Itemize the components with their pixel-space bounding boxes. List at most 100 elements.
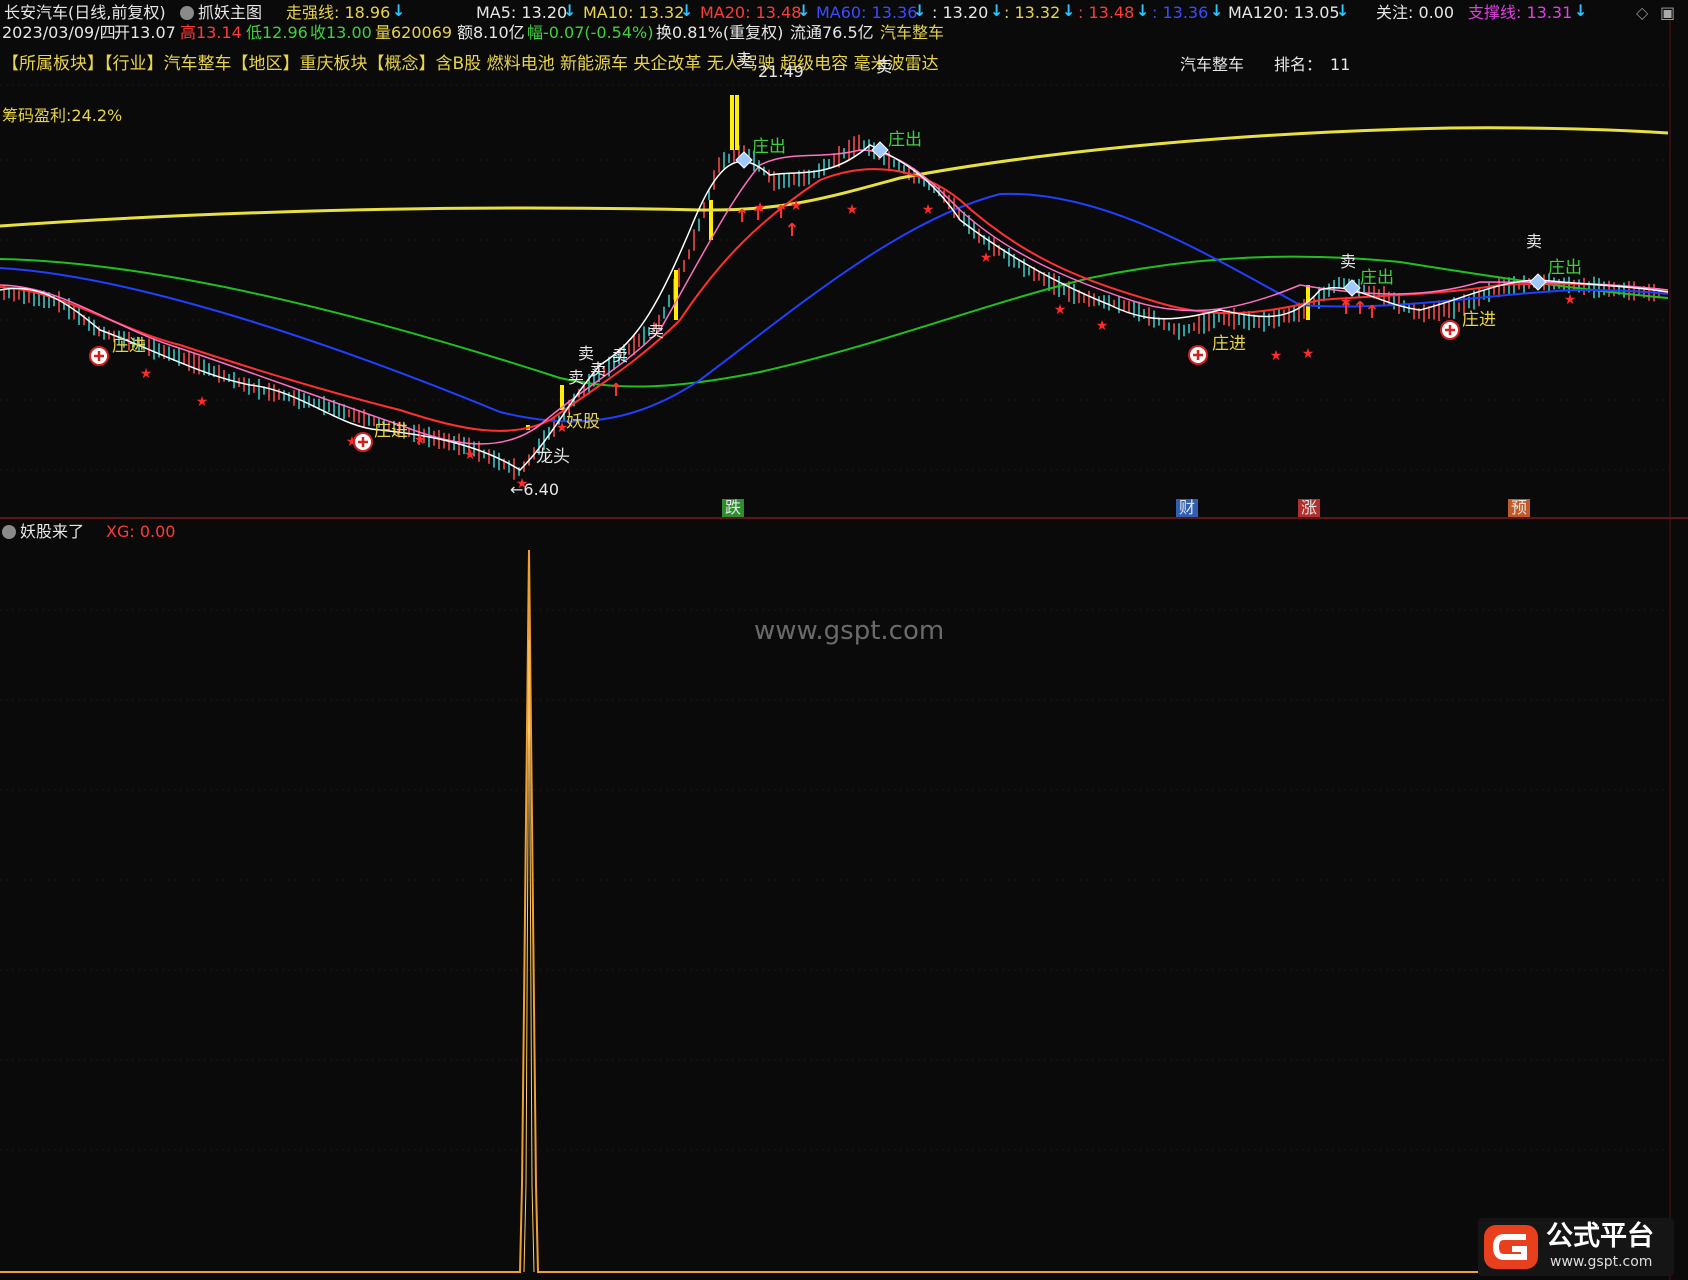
ma120-value: MA120: 13.05 — [1228, 3, 1340, 22]
red-star-icon: ★ — [1270, 348, 1283, 364]
info-volume: 量620069 — [375, 23, 453, 42]
red-star-icon: ★ — [1302, 346, 1315, 362]
extra-value-3: : 13.48 — [1078, 3, 1135, 22]
down-arrow-icon: ↓ — [563, 1, 577, 20]
sell-label: 卖 — [876, 57, 893, 76]
down-arrow-icon: ↓ — [913, 1, 927, 20]
red-up-arrow-icon: ↑ — [784, 220, 799, 241]
longtou-label: 龙头 — [536, 447, 570, 467]
zhuang-out-label: 庄出 — [888, 130, 922, 150]
info-date: 2023/03/09/四 — [2, 23, 116, 42]
brand-logo-icon — [1484, 1225, 1538, 1269]
event-tag-forecast[interactable]: 预 — [1508, 499, 1531, 517]
focus-value: 关注: 0.00 — [1376, 3, 1455, 22]
window-icon[interactable]: ▣ — [1660, 3, 1675, 23]
zhuang-out-label: 庄出 — [1360, 268, 1394, 288]
sub-panel-toggle-icon[interactable] — [2, 525, 16, 539]
zhuang-in-label: 庄进 — [374, 421, 408, 441]
red-star-icon: ★ — [464, 447, 477, 463]
sell-label: 卖 — [568, 368, 585, 387]
red-up-arrow-icon: ↑ — [1364, 302, 1379, 323]
blue-ma-line — [0, 192, 1669, 423]
info-low: 低12.96 — [246, 23, 308, 42]
extra-value-2: : 13.32 — [1004, 3, 1061, 22]
red-star-icon: ★ — [196, 394, 209, 410]
strong-bar — [674, 270, 678, 320]
support-line-value: 支撑线: 13.31 — [1468, 3, 1573, 22]
red-star-icon: ★ — [922, 202, 935, 218]
watermark: www.gspt.com — [754, 616, 945, 646]
brand-url: www.gspt.com — [1550, 1254, 1653, 1270]
info-close: 收13.00 — [310, 23, 372, 42]
strong-line-value: 走强线: 18.96 — [286, 3, 391, 22]
stock-title: 长安汽车(日线,前复权) — [4, 3, 166, 22]
zhuang-out-label: 庄出 — [1548, 258, 1582, 278]
event-tag-fall[interactable]: 跌 — [722, 499, 745, 517]
info-sector: 汽车整车 — [880, 23, 945, 42]
info-high: 高13.14 — [180, 23, 242, 42]
sell-label: 卖 — [648, 322, 665, 341]
down-arrow-icon: ↓ — [1336, 1, 1350, 20]
sell-label: 卖 — [590, 360, 607, 379]
red-star-icon: ★ — [1054, 302, 1067, 318]
down-arrow-icon: ↓ — [680, 1, 694, 20]
red-up-arrow-icon: ↑ — [1338, 298, 1353, 319]
red-star-icon: ★ — [980, 250, 993, 266]
extra-value-4: : 13.36 — [1152, 3, 1209, 22]
red-star-icon: ★ — [790, 198, 803, 214]
strong-bar — [735, 95, 739, 150]
red-star-icon: ★ — [846, 202, 859, 218]
down-arrow-icon: ↓ — [1574, 1, 1588, 20]
lower-grid — [0, 609, 1670, 1151]
xg-value: XG: 0.00 — [106, 522, 176, 541]
down-arrow-icon: ↓ — [1136, 1, 1150, 20]
event-tag-rise[interactable]: 涨 — [1298, 499, 1321, 517]
info-change: 幅-0.07(-0.54%) — [527, 23, 654, 42]
brand-logo: 公式平台 www.gspt.com — [1478, 1218, 1674, 1276]
event-tag-finance[interactable]: 财 — [1176, 499, 1199, 517]
low-price-label: ←6.40 — [510, 480, 560, 499]
red-up-arrow-icon: ↑ — [608, 380, 623, 401]
rank-label: 排名： — [1274, 55, 1323, 74]
info-float: 流通76.5亿 — [790, 23, 874, 42]
zhuang-out-label: 庄出 — [752, 137, 786, 157]
indicator-toggle-icon[interactable] — [180, 6, 194, 20]
down-arrow-icon: ↓ — [1062, 1, 1076, 20]
zhuang-in-label: 庄进 — [1212, 334, 1246, 354]
zhuang-in-label: 庄进 — [112, 336, 146, 356]
yaogu-label: 妖股 — [566, 412, 600, 432]
rank-value: 11 — [1330, 55, 1351, 74]
red-up-arrow-icon: ↑ — [750, 204, 765, 225]
ma20-value: MA20: 13.48 — [700, 3, 802, 22]
red-star-icon: ★ — [414, 432, 427, 448]
candlestick-series — [3, 95, 1660, 480]
chip-profit: 筹码盈利:24.2% — [2, 106, 123, 125]
xg-spike-line — [0, 549, 1478, 1273]
red-ma-line — [0, 168, 1669, 432]
long-yellow-line — [0, 126, 1669, 228]
sell-label: 卖 — [1526, 232, 1543, 251]
down-arrow-icon: ↓ — [392, 1, 406, 20]
strong-bar — [709, 200, 713, 240]
info-amount: 额8.10亿 — [457, 23, 525, 42]
info-open: 开13.07 — [114, 23, 176, 42]
ma10-value: MA10: 13.32 — [583, 3, 685, 22]
ma60-value: MA60: 13.36 — [816, 3, 918, 22]
red-up-arrow-icon: ↑ — [734, 206, 749, 227]
red-star-icon: ★ — [1096, 318, 1109, 334]
sub-panel-title: 妖股来了 — [20, 522, 85, 541]
red-star-icon: ★ — [1564, 292, 1577, 308]
indicator-name-wrap[interactable]: 抓妖主图 — [180, 3, 262, 23]
down-arrow-icon: ↓ — [797, 1, 811, 20]
sell-label: 卖 — [736, 50, 753, 69]
red-star-icon: ★ — [140, 366, 153, 382]
strong-bar — [730, 95, 734, 150]
extra-value-1: : 13.20 — [932, 3, 989, 22]
info-turnover: 换0.81%(重复权) — [656, 23, 784, 42]
down-arrow-icon: ↓ — [990, 1, 1004, 20]
diamond-icon[interactable]: ◇ — [1636, 3, 1648, 23]
sell-label: 卖 — [612, 346, 629, 365]
sub-panel-title-wrap[interactable]: 妖股来了 — [2, 522, 84, 542]
zhuang-in-label: 庄进 — [1462, 310, 1496, 330]
rank-sector: 汽车整车 — [1180, 55, 1245, 74]
